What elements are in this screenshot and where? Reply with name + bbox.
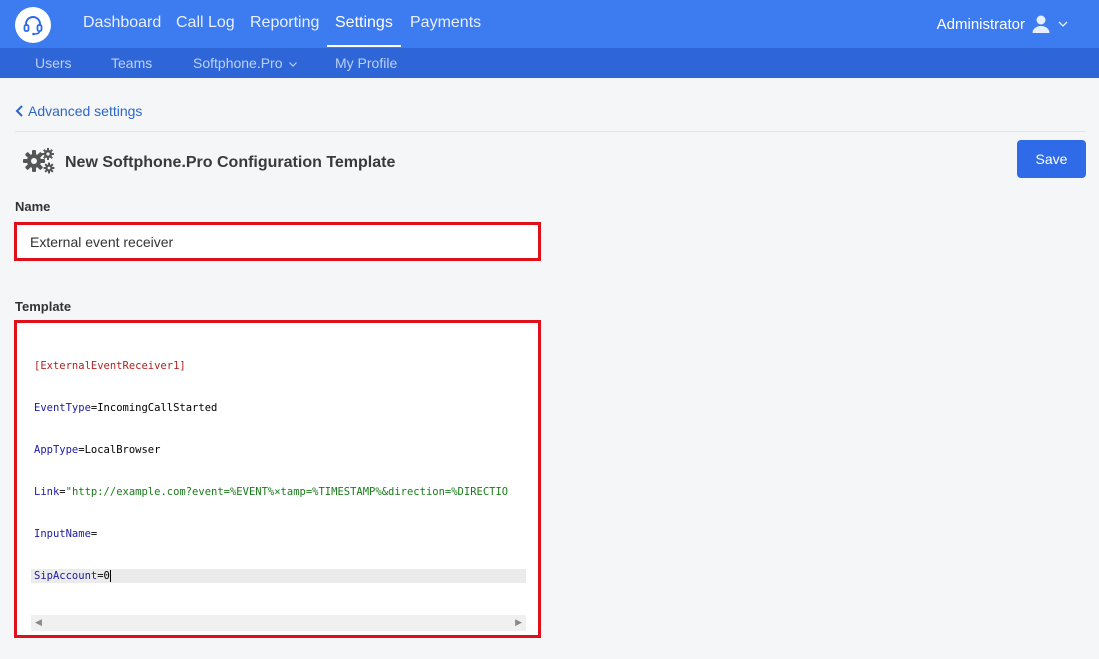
code-value: IncomingCallStarted (97, 402, 218, 414)
subnav-users[interactable]: Users (35, 48, 72, 78)
headset-icon (23, 16, 43, 36)
user-icon (1032, 15, 1050, 33)
scroll-right-icon[interactable]: ▶ (515, 617, 522, 628)
chevron-left-icon (15, 105, 23, 117)
back-to-advanced-settings-link[interactable]: Advanced settings (15, 103, 142, 119)
nav-settings[interactable]: Settings (327, 0, 401, 47)
code-section: [ExternalEventReceiver1] (34, 360, 186, 372)
nav-reporting[interactable]: Reporting (250, 0, 319, 47)
code-line: AppType=LocalBrowser (34, 444, 161, 456)
code-line: InputName= (34, 528, 98, 540)
code-key: SipAccount (34, 570, 98, 582)
scroll-left-icon[interactable]: ◀ (35, 617, 42, 628)
subnav-teams[interactable]: Teams (111, 48, 152, 78)
code-line-active: SipAccount=0 (31, 569, 526, 583)
horizontal-scrollbar[interactable]: ◀ ▶ (31, 615, 526, 631)
code-key: Link (34, 486, 60, 498)
app-logo[interactable] (15, 7, 51, 43)
nav-payments[interactable]: Payments (410, 0, 481, 47)
subnav-softphone-pro[interactable]: Softphone.Pro (193, 48, 298, 78)
template-code-editor[interactable]: [ExternalEventReceiver1] EventType=Incom… (31, 331, 526, 617)
gears-icon (22, 147, 56, 175)
code-key: EventType (34, 402, 91, 414)
back-link-label: Advanced settings (28, 103, 143, 119)
code-value: LocalBrowser (84, 444, 161, 456)
name-field-highlight (14, 222, 541, 261)
page-title: New Softphone.Pro Configuration Template (65, 154, 396, 171)
chevron-down-icon (1058, 21, 1068, 27)
template-label: Template (15, 299, 72, 314)
code-line: Link="http://example.com?event=%EVENT%×t… (34, 486, 509, 498)
template-editor-highlight: [ExternalEventReceiver1] EventType=Incom… (14, 320, 541, 638)
user-name: Administrator (936, 15, 1025, 33)
user-menu[interactable]: Administrator (937, 0, 1069, 48)
subnav-my-profile[interactable]: My Profile (335, 48, 397, 78)
code-key: AppType (34, 444, 79, 456)
subnav-softphone-pro-label: Softphone.Pro (193, 55, 283, 71)
nav-call-log[interactable]: Call Log (176, 0, 235, 47)
code-line: [ExternalEventReceiver1] (31, 359, 526, 373)
divider (15, 131, 1086, 132)
code-line: EventType=IncomingCallStarted (34, 402, 218, 414)
save-button[interactable]: Save (1017, 140, 1086, 178)
name-input[interactable] (17, 225, 538, 258)
code-value: "http://example.com?event=%EVENT%×tamp=%… (65, 486, 509, 498)
chevron-down-icon (289, 62, 298, 68)
nav-dashboard[interactable]: Dashboard (83, 0, 161, 47)
text-cursor (109, 570, 111, 582)
name-label: Name (15, 199, 51, 214)
code-key: InputName (34, 528, 91, 540)
top-navigation-bar: Dashboard Call Log Reporting Settings Pa… (0, 0, 1099, 48)
sub-navigation-bar: Users Teams Softphone.Pro My Profile (0, 48, 1099, 78)
